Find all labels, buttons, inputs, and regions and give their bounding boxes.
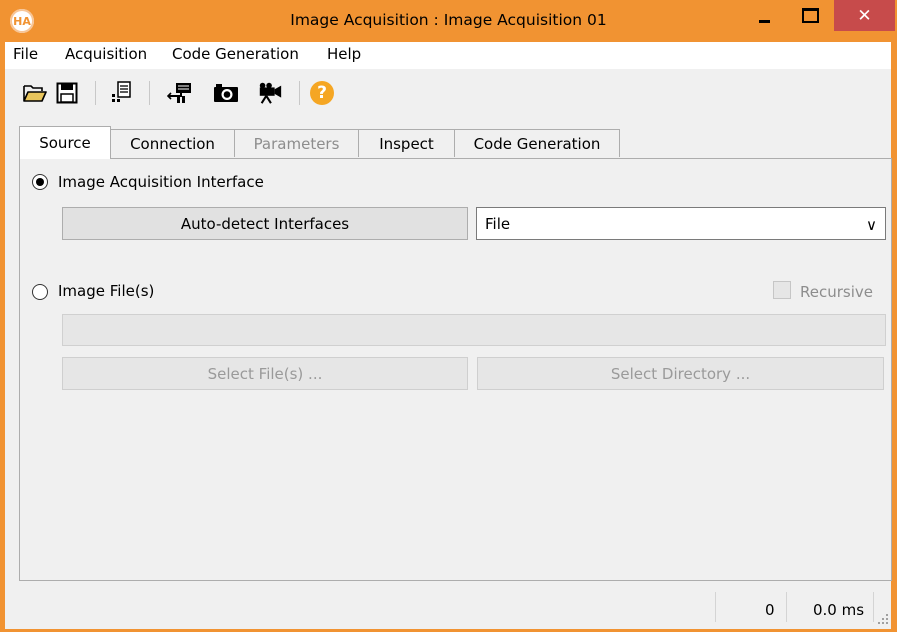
window-title: Image Acquisition : Image Acquisition 01 [290, 11, 607, 29]
toolbar-separator [299, 81, 300, 105]
tab-inspect[interactable]: Inspect [358, 129, 455, 157]
tab-connection[interactable]: Connection [110, 129, 235, 157]
menu-code-generation[interactable]: Code Generation [172, 45, 299, 63]
help-glyph: ? [310, 81, 334, 105]
maximize-button[interactable] [794, 0, 826, 31]
interface-select[interactable]: File ∨ [476, 207, 886, 240]
connect-icon[interactable] [167, 80, 193, 106]
halcon-logo-icon: HA [10, 9, 34, 33]
select-files-button: Select File(s) ... [62, 357, 468, 390]
source-panel: Image Acquisition Interface Auto-detect … [19, 158, 892, 581]
interface-radio-label: Image Acquisition Interface [58, 173, 264, 191]
close-button[interactable]: ✕ [834, 0, 895, 31]
save-disk-icon[interactable] [54, 80, 80, 106]
help-icon[interactable]: ? [309, 80, 335, 106]
title-bar[interactable]: HA Image Acquisition : Image Acquisition… [0, 0, 897, 42]
chevron-down-icon: ∨ [866, 216, 877, 234]
status-bar: 0 0.0 ms [5, 581, 891, 629]
select-directory-button: Select Directory ... [477, 357, 884, 390]
minimize-button[interactable] [748, 0, 780, 31]
tab-bar: Source Connection Parameters Inspect Cod… [5, 115, 891, 159]
interface-select-value: File [485, 215, 511, 233]
open-folder-icon[interactable] [22, 80, 48, 106]
minimize-icon [758, 20, 770, 23]
recursive-label: Recursive [800, 283, 873, 301]
toolbar-separator [95, 81, 96, 105]
camera-snap-icon[interactable] [213, 80, 239, 106]
toolbar-separator [149, 81, 150, 105]
tab-code-generation[interactable]: Code Generation [454, 129, 620, 157]
file-path-input [62, 314, 886, 346]
interface-radio[interactable] [32, 174, 48, 190]
menu-file[interactable]: File [13, 45, 38, 63]
image-files-radio[interactable] [32, 284, 48, 300]
status-separator [873, 592, 874, 622]
auto-detect-interfaces-button[interactable]: Auto-detect Interfaces [62, 207, 468, 240]
status-separator [786, 592, 787, 622]
live-video-icon[interactable] [257, 80, 283, 106]
tab-parameters: Parameters [234, 129, 359, 157]
close-icon: ✕ [857, 5, 872, 26]
code-file-icon[interactable] [108, 80, 134, 106]
status-separator [715, 592, 716, 622]
app-window: HA Image Acquisition : Image Acquisition… [0, 0, 897, 632]
menu-help[interactable]: Help [327, 45, 361, 63]
menu-bar: File Acquisition Code Generation Help [5, 42, 891, 69]
status-count: 0 [765, 601, 775, 619]
status-time: 0.0 ms [813, 601, 865, 619]
resize-grip-icon[interactable] [877, 613, 889, 625]
toolbar: ? [5, 69, 891, 115]
image-files-radio-label: Image File(s) [58, 282, 155, 300]
menu-acquisition[interactable]: Acquisition [65, 45, 147, 63]
tab-source[interactable]: Source [19, 126, 111, 159]
maximize-icon [801, 8, 819, 23]
recursive-checkbox [773, 281, 791, 299]
